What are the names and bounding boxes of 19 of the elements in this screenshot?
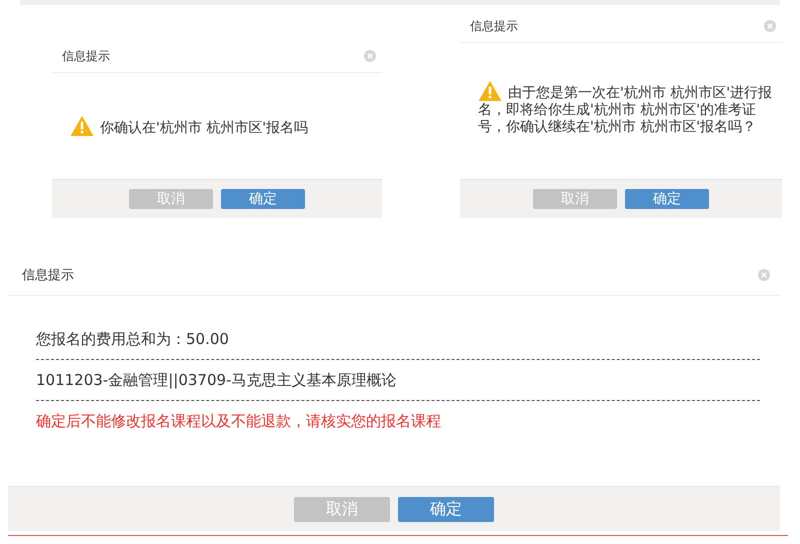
confirm-button[interactable]: 确定: [398, 496, 494, 522]
cancel-button[interactable]: 取消: [533, 189, 617, 209]
dialog-title: 信息提示: [22, 267, 74, 284]
message-text: 由于您是第一次在'杭州市 杭州市区'进行报名，即将给你生成'杭州市 杭州市区'的准考证号，你确认继续在'杭州市 杭州市区'报名吗？: [478, 80, 782, 136]
confirm-button[interactable]: 确定: [221, 189, 305, 209]
close-icon[interactable]: [758, 269, 770, 281]
warning-icon: [70, 116, 94, 136]
dialog-title: 信息提示: [62, 48, 110, 64]
info-text: 您报名的费用总和为：50.00: [36, 329, 230, 350]
cancel-button[interactable]: 取消: [294, 496, 390, 522]
close-icon[interactable]: [764, 20, 776, 32]
confirm-button[interactable]: 确定: [625, 189, 709, 209]
close-icon[interactable]: [364, 50, 376, 62]
warning-icon: [478, 80, 502, 100]
message-text: 你确认在'杭州市 杭州市区'报名吗: [70, 116, 308, 136]
warning-text: 确定后不能修改报名课程以及不能退款，请核实您的报名课程: [36, 411, 442, 432]
dialog-title: 信息提示: [470, 18, 518, 34]
cancel-button[interactable]: 取消: [129, 189, 213, 209]
info-text: 1011203-金融管理||03709-马克思主义基本原理概论: [36, 370, 398, 391]
